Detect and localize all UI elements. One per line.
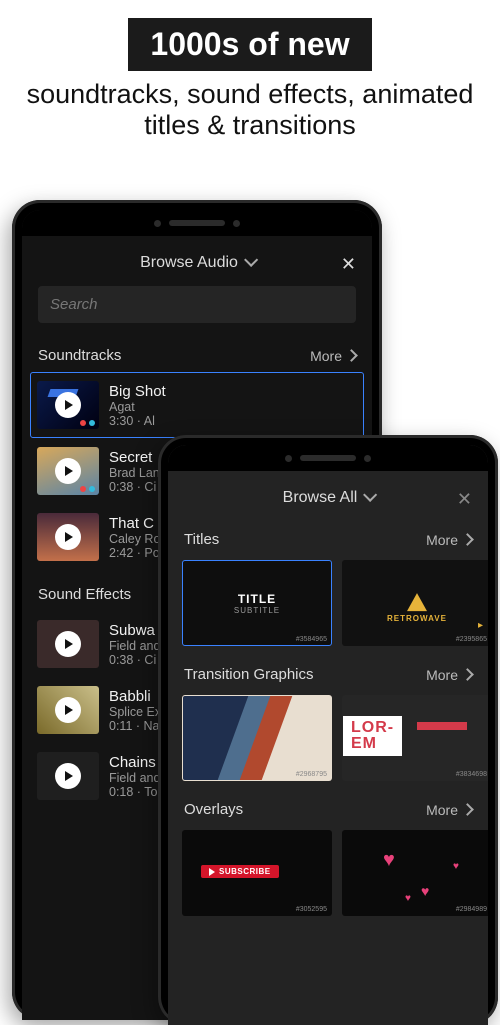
play-icon[interactable] (55, 392, 81, 418)
audio-browse-dropdown[interactable]: Browse Audio ✕ (22, 236, 372, 286)
more-transitions[interactable]: More (426, 667, 472, 683)
tile-lorem[interactable]: LOR- EM #3834698 (342, 695, 488, 781)
play-icon[interactable] (55, 697, 81, 723)
arrow-icon: ▸ (478, 620, 483, 631)
section-title-titles: Titles (184, 531, 219, 548)
play-icon[interactable] (55, 763, 81, 789)
track-thumb (37, 381, 99, 429)
section-title-overlays: Overlays (184, 801, 243, 818)
section-title-soundtracks: Soundtracks (38, 347, 121, 364)
play-icon[interactable] (55, 524, 81, 550)
more-soundtracks[interactable]: More (310, 348, 356, 364)
tile-retrowave[interactable]: RETROWAVE ▸ #2395865 (342, 560, 488, 646)
heart-icon: ♥ (453, 861, 459, 872)
graphics-browse-dropdown[interactable]: Browse All ✕ (168, 471, 488, 521)
track-row[interactable]: Big Shot Agat 3:30 · Al (30, 372, 364, 438)
heart-icon: ♥ (383, 849, 395, 872)
heart-icon: ♥ (405, 893, 411, 904)
promo-badge: 1000s of new (128, 18, 371, 71)
close-icon[interactable]: ✕ (341, 254, 356, 275)
phone-notch (168, 445, 488, 471)
play-icon[interactable] (55, 458, 81, 484)
phone-graphics: Browse All ✕ Titles More TITLE SUBTITLE … (158, 435, 498, 1025)
play-icon[interactable] (55, 631, 81, 657)
tile-hearts[interactable]: ♥ ♥ ♥ ♥ #2984989 (342, 830, 488, 916)
more-titles[interactable]: More (426, 532, 472, 548)
tile-transition[interactable]: #2968795 (182, 695, 332, 781)
promo-subtitle: soundtracks, sound effects, animated tit… (0, 79, 500, 141)
tile-subscribe[interactable]: SUBSCRIBE #3052595 (182, 830, 332, 916)
section-title-sfx: Sound Effects (38, 586, 131, 603)
close-icon[interactable]: ✕ (457, 489, 472, 510)
tile-title[interactable]: TITLE SUBTITLE #3584965 (182, 560, 332, 646)
more-overlays[interactable]: More (426, 802, 472, 818)
search-input[interactable]: Search (38, 286, 356, 323)
phone-notch (22, 210, 372, 236)
heart-icon: ♥ (421, 883, 429, 899)
section-title-transitions: Transition Graphics (184, 666, 314, 683)
